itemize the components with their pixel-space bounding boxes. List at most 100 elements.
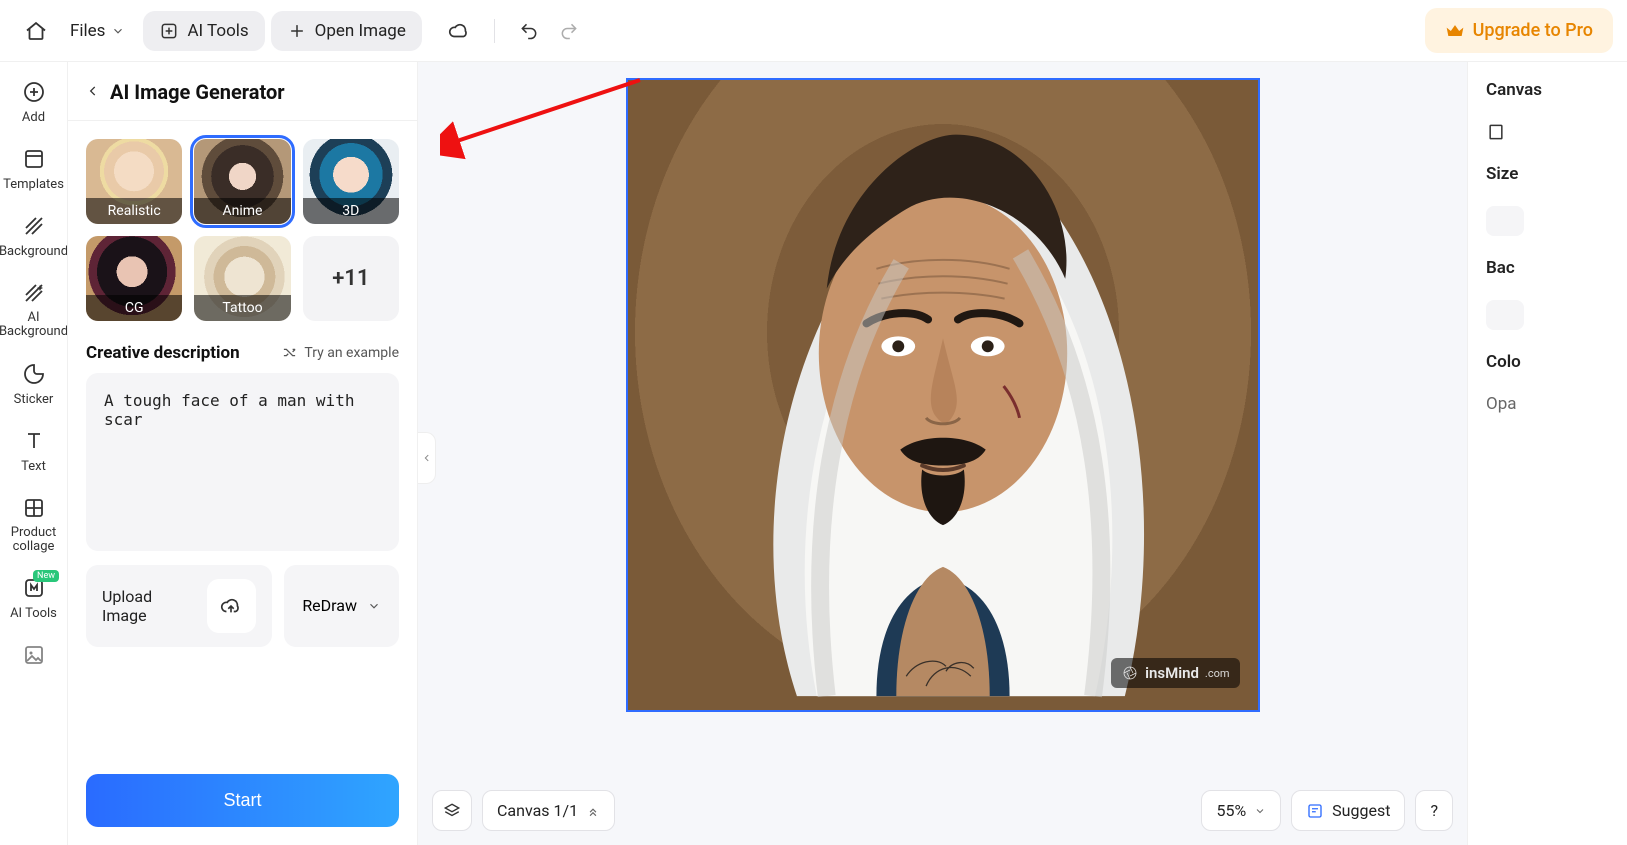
- canvas-area[interactable]: insMind.com Canvas 1/1 55% Suggest ?: [418, 62, 1467, 845]
- sidebar-item-templates[interactable]: Templates: [0, 143, 67, 196]
- files-label: Files: [70, 21, 105, 41]
- style-more-label: +11: [332, 266, 369, 291]
- sidebar-label: Add: [22, 110, 45, 125]
- sticker-icon: [22, 362, 46, 386]
- style-label: Tattoo: [194, 295, 290, 321]
- files-menu[interactable]: Files: [58, 13, 137, 49]
- upload-image-button[interactable]: Upload Image: [86, 565, 272, 647]
- style-label: CG: [86, 295, 182, 321]
- sidebar-item-more[interactable]: [0, 639, 67, 671]
- canvas-selector[interactable]: Canvas 1/1: [482, 790, 615, 831]
- layers-button[interactable]: [432, 790, 472, 831]
- description-input[interactable]: [86, 373, 399, 551]
- style-tile-realistic[interactable]: Realistic: [86, 139, 182, 224]
- try-example-button[interactable]: Try an example: [282, 345, 399, 361]
- upgrade-button[interactable]: Upgrade to Pro: [1425, 8, 1613, 53]
- right-properties-panel: Canvas Size Bac Colo Opa: [1467, 62, 1627, 845]
- upload-icon-box: [207, 579, 257, 633]
- prop-size-heading: Size: [1486, 164, 1627, 184]
- start-label: Start: [223, 790, 261, 810]
- redo-button[interactable]: [549, 13, 589, 49]
- sidebar-item-text[interactable]: Text: [0, 425, 67, 478]
- sidebar-item-sticker[interactable]: Sticker: [0, 358, 67, 411]
- zoom-dropdown[interactable]: 55%: [1201, 790, 1281, 831]
- style-tile-anime[interactable]: Anime: [194, 139, 290, 224]
- chevron-down-icon: [367, 599, 381, 613]
- canvas-size-icon: [1486, 122, 1506, 142]
- style-more-button[interactable]: +11: [303, 236, 399, 321]
- sparkle-hatch-icon: [22, 281, 46, 305]
- hatch-icon: [22, 214, 46, 238]
- home-button[interactable]: [14, 11, 58, 51]
- upgrade-label: Upgrade to Pro: [1473, 20, 1593, 41]
- bottom-right-controls: 55% Suggest ?: [1201, 790, 1453, 831]
- help-label: ?: [1430, 801, 1438, 820]
- panel-collapse-handle[interactable]: [418, 432, 436, 484]
- main-area: Add Templates Background AI Background S…: [0, 62, 1627, 845]
- sidebar-item-ai-background[interactable]: AI Background: [0, 277, 67, 344]
- prop-opacity-heading: Opa: [1486, 394, 1627, 414]
- upload-label: Upload Image: [102, 587, 193, 625]
- canvas-frame[interactable]: insMind.com: [626, 78, 1260, 712]
- start-button[interactable]: Start: [86, 774, 399, 827]
- background-field[interactable]: [1486, 300, 1524, 330]
- sidebar-label: Product collage: [0, 526, 67, 555]
- canvas-indicator: Canvas 1/1: [497, 801, 578, 820]
- try-example-label: Try an example: [304, 345, 399, 361]
- style-tile-3d[interactable]: 3D: [303, 139, 399, 224]
- text-icon: [22, 429, 46, 453]
- chevron-left-icon: [422, 453, 432, 463]
- style-grid: Realistic Anime 3D CG Tattoo: [86, 139, 399, 321]
- home-icon: [24, 19, 48, 43]
- style-label: Realistic: [86, 198, 182, 224]
- redraw-dropdown[interactable]: ReDraw: [284, 565, 399, 647]
- left-nav: Add Templates Background AI Background S…: [0, 62, 68, 845]
- ai-sparkle-icon: [159, 21, 179, 41]
- sidebar-item-background[interactable]: Background: [0, 210, 67, 263]
- style-label: Anime: [194, 198, 290, 224]
- cloud-sync-button[interactable]: [438, 12, 480, 50]
- watermark-brand: insMind: [1145, 664, 1199, 682]
- sidebar-label: Text: [21, 459, 46, 474]
- open-image-button[interactable]: Open Image: [271, 11, 422, 51]
- panel-header: AI Image Generator: [68, 62, 417, 121]
- cloud-upload-icon: [220, 595, 242, 617]
- chevron-down-icon: [111, 24, 125, 38]
- description-heading: Creative description: [86, 343, 240, 363]
- panel-title: AI Image Generator: [110, 80, 285, 104]
- prop-color-heading: Colo: [1486, 352, 1627, 372]
- ai-tools-button[interactable]: AI Tools: [143, 11, 264, 51]
- style-tile-cg[interactable]: CG: [86, 236, 182, 321]
- topbar: Files AI Tools Open Image Upgrade to Pro: [0, 0, 1627, 62]
- undo-button[interactable]: [509, 13, 549, 49]
- layers-icon: [443, 802, 461, 820]
- watermark: insMind.com: [1111, 658, 1239, 688]
- redo-icon: [559, 21, 579, 41]
- prop-canvas-heading: Canvas: [1486, 80, 1627, 100]
- aperture-icon: [1121, 664, 1139, 682]
- back-button[interactable]: [86, 83, 100, 102]
- templates-icon: [22, 147, 46, 171]
- sidebar-item-ai-tools[interactable]: New AI Tools: [0, 572, 67, 625]
- style-tile-tattoo[interactable]: Tattoo: [194, 236, 290, 321]
- prop-canvas-icon-row[interactable]: [1486, 122, 1627, 142]
- sidebar-label: Background: [0, 244, 68, 259]
- cloud-icon: [448, 20, 470, 42]
- crown-icon: [1445, 21, 1465, 41]
- sidebar-item-add[interactable]: Add: [0, 76, 67, 129]
- sidebar-label: AI Background: [0, 311, 68, 340]
- ai-generator-panel: AI Image Generator Realistic Anime 3D: [68, 62, 418, 845]
- bottom-left-controls: Canvas 1/1: [432, 790, 615, 831]
- chevron-down-icon: [1254, 805, 1266, 817]
- plus-circle-icon: [22, 80, 46, 104]
- sidebar-item-product-collage[interactable]: Product collage: [0, 492, 67, 559]
- zoom-value: 55%: [1216, 801, 1246, 820]
- suggest-button[interactable]: Suggest: [1291, 790, 1405, 831]
- size-field[interactable]: [1486, 206, 1524, 236]
- prop-background-heading: Bac: [1486, 258, 1627, 278]
- suggest-label: Suggest: [1332, 801, 1390, 820]
- generated-image: [628, 80, 1258, 710]
- help-button[interactable]: ?: [1415, 790, 1453, 831]
- sidebar-label: Sticker: [14, 392, 54, 407]
- image-icon: [22, 643, 46, 667]
